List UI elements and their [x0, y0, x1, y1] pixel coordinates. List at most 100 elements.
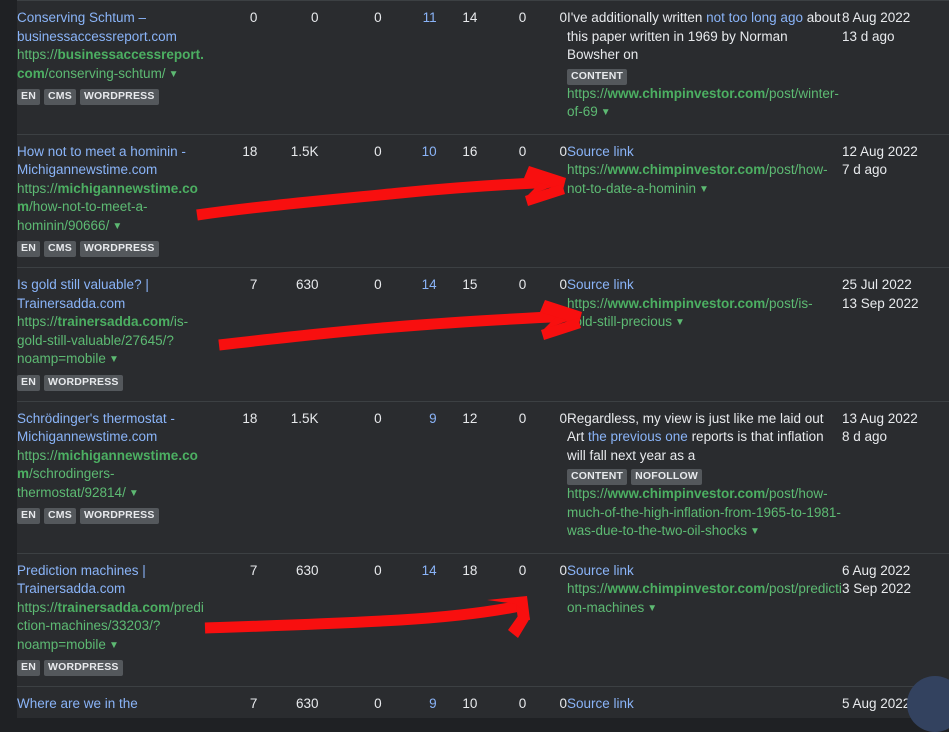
- metric-value-link[interactable]: 14: [422, 563, 437, 578]
- badge: EN: [17, 89, 40, 105]
- source-url-domain: www.chimpinvestor.com: [607, 486, 766, 501]
- metric-value: 18: [242, 410, 258, 426]
- metric-value: 7: [249, 696, 258, 711]
- date-last-seen: 13 Sep 2022: [841, 295, 919, 311]
- chevron-down-icon[interactable]: ▼: [109, 351, 119, 370]
- cell-metric-5: 18: [436, 552, 478, 687]
- cell-metric-1: 0: [204, 0, 258, 134]
- table-row: Where are we in the 7 630 0 9 10 0 0 Source link…: [17, 686, 949, 718]
- chevron-down-icon[interactable]: ▼: [647, 600, 657, 619]
- url-path: /how-not-to-meet-a-hominin/90666/: [17, 199, 148, 233]
- cell-metric-4[interactable]: 11: [381, 0, 437, 134]
- anchor-text-link[interactable]: the previous one: [588, 429, 688, 444]
- chevron-down-icon[interactable]: ▼: [675, 314, 685, 333]
- cell-metric-6: 0: [477, 552, 527, 687]
- source-url-domain: www.chimpinvestor.com: [607, 162, 766, 177]
- metric-value: 10: [462, 696, 478, 711]
- cell-page-title: How not to meet a hominin - Michigannews…: [17, 133, 205, 268]
- cell-metric-7: 0: [526, 267, 567, 401]
- metric-value: 0: [374, 696, 382, 711]
- source-url[interactable]: https://www.chimpinvestor.com/post/how-n…: [567, 161, 842, 200]
- source-url-domain: www.chimpinvestor.com: [607, 581, 766, 596]
- source-url[interactable]: https://www.chimpinvestor.com/post/how-m…: [567, 485, 842, 543]
- chevron-down-icon[interactable]: ▼: [699, 181, 709, 200]
- page-title-link[interactable]: Schrödinger's thermostat - Michigannewst…: [17, 410, 204, 447]
- source-link[interactable]: Source link: [567, 695, 842, 714]
- source-url[interactable]: https://www.chimpinvestor.com/post/winte…: [567, 85, 842, 124]
- metric-value-link[interactable]: 9: [429, 696, 437, 711]
- url-protocol: https://: [17, 599, 58, 615]
- cell-metric-6: 0: [477, 0, 527, 134]
- cell-metric-6: 0: [477, 133, 527, 268]
- page-title-link[interactable]: How not to meet a hominin - Michigannews…: [17, 143, 204, 180]
- backlinks-table-scroll-area[interactable]: Conserving Schtum – businessaccessreport…: [17, 0, 949, 718]
- badge-group: EN CMS WORDPRESS: [17, 241, 204, 257]
- chevron-down-icon[interactable]: ▼: [109, 637, 119, 656]
- badge: EN: [17, 241, 40, 257]
- badge: WORDPRESS: [79, 241, 159, 257]
- source-link[interactable]: Source link: [567, 143, 842, 162]
- cell-page-title: Is gold still valuable? | Trainersadda.c…: [17, 267, 205, 401]
- chevron-down-icon[interactable]: ▼: [169, 66, 179, 85]
- metric-value-link[interactable]: 11: [423, 10, 437, 25]
- page-url[interactable]: https://businessaccessreport.com/conserv…: [17, 46, 204, 85]
- anchor-text-link[interactable]: not too long ago: [706, 10, 803, 25]
- floating-action-button[interactable]: [907, 676, 949, 732]
- cell-page-title: Schrödinger's thermostat - Michigannewst…: [17, 400, 205, 553]
- cell-dates: 25 Jul 2022 13 Sep 2022: [841, 267, 949, 401]
- metric-value: 14: [462, 10, 478, 25]
- source-url-protocol: https://: [566, 581, 608, 596]
- metric-value: 0: [249, 10, 258, 25]
- badge: NOFOLLOW: [631, 469, 702, 485]
- chevron-down-icon[interactable]: ▼: [129, 485, 139, 504]
- cell-metric-2: 1.5K: [257, 133, 319, 268]
- metric-value-link[interactable]: 14: [422, 277, 437, 292]
- metric-value: 1.5K: [290, 143, 319, 159]
- source-link[interactable]: Source link: [567, 276, 842, 295]
- anchor-text: I've additionally written not too long a…: [567, 9, 842, 65]
- source-url-protocol: https://: [566, 486, 608, 501]
- date-last-seen: 3 Sep 2022: [841, 581, 912, 596]
- cell-metric-7: 0: [526, 133, 567, 268]
- metric-value-link[interactable]: 10: [422, 144, 437, 159]
- table-row: How not to meet a hominin - Michigannews…: [17, 133, 949, 268]
- cell-metric-4[interactable]: 10: [381, 133, 437, 268]
- badge: WORDPRESS: [79, 508, 159, 524]
- cell-metric-1: 7: [204, 267, 258, 401]
- page-url[interactable]: https://michigannewstime.com/schrodinger…: [17, 447, 204, 505]
- cell-metric-4[interactable]: 9: [381, 686, 437, 718]
- cell-metric-5: 14: [436, 0, 478, 134]
- page-url[interactable]: https://trainersadda.com/is-gold-still-v…: [17, 313, 204, 371]
- page-title-link[interactable]: Where are we in the: [17, 695, 204, 714]
- page-title-link[interactable]: Prediction machines | Trainersadda.com: [17, 562, 204, 599]
- cell-metric-7: 0: [526, 400, 567, 553]
- chevron-down-icon[interactable]: ▼: [112, 218, 122, 237]
- metric-value: 7: [249, 562, 258, 578]
- source-badge-group: CONTENT: [566, 68, 842, 85]
- cell-metric-4[interactable]: 14: [381, 552, 437, 687]
- chevron-down-icon[interactable]: ▼: [750, 523, 760, 542]
- cell-metric-4[interactable]: 9: [381, 400, 437, 553]
- page-title-link[interactable]: Conserving Schtum – businessaccessreport…: [17, 9, 204, 46]
- cell-metric-4[interactable]: 14: [381, 267, 437, 401]
- source-url-protocol: https://: [566, 162, 608, 177]
- badge: EN: [17, 374, 40, 391]
- url-domain: trainersadda.com: [57, 599, 171, 615]
- badge: EN: [17, 660, 40, 676]
- chevron-down-icon[interactable]: ▼: [601, 104, 611, 123]
- source-url[interactable]: https://www.chimpinvestor.com/post/is-go…: [567, 295, 842, 334]
- cell-metric-3: 0: [318, 400, 382, 553]
- metric-value-link[interactable]: 9: [429, 411, 437, 426]
- page-url[interactable]: https://trainersadda.com/prediction-mach…: [17, 599, 204, 657]
- badge-group: EN CMS WORDPRESS: [17, 508, 204, 524]
- metric-value: 18: [462, 562, 478, 578]
- page-url[interactable]: https://michigannewstime.com/how-not-to-…: [17, 180, 204, 238]
- cell-metric-2: 630: [257, 686, 319, 718]
- source-link[interactable]: Source link: [567, 562, 842, 581]
- page-title-link[interactable]: Is gold still valuable? | Trainersadda.c…: [17, 276, 204, 313]
- cell-source: I've additionally written not too long a…: [566, 0, 842, 134]
- backlinks-table: Conserving Schtum – businessaccessreport…: [17, 0, 949, 718]
- source-url[interactable]: https://www.chimpinvestor.com/post/predi…: [567, 580, 842, 619]
- metric-value: 0: [518, 562, 527, 578]
- source-url-protocol: https://: [566, 295, 608, 311]
